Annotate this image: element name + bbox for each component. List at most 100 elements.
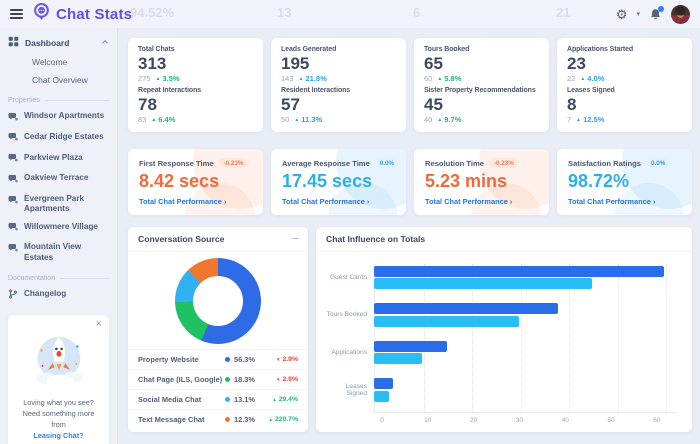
bar-series-2[interactable] [374,390,389,402]
kpi-value: 5.23 mins [425,171,508,191]
legend-row[interactable]: Property Website 56.3% ▼ 2.9% [128,349,308,369]
sidebar-item-changelog[interactable]: Changelog [8,289,109,303]
legend-row[interactable]: Chat Page (ILS, Google) 18.3% ▼ 2.9% [128,369,308,389]
bar-series-1[interactable] [374,303,558,314]
settings-caret-icon[interactable]: ▾ [636,10,640,18]
stat-title: Total Chats [138,46,175,53]
user-avatar[interactable] [671,4,690,24]
legend-color-dot [225,377,230,382]
chevron-right-icon: › [223,197,227,206]
trend-percent: 2.9% [282,356,299,363]
stat-title: Applications Started [567,46,634,53]
sidebar: Dashboard Welcome Chat Overview Properti… [0,28,118,444]
sidebar-item-property[interactable]: Willowmere Village [8,222,109,236]
minimize-icon[interactable]: – [292,234,298,244]
total-chat-performance-link[interactable]: Total Chat Performance › [425,197,538,206]
stat-value: 78 [138,95,157,114]
stat-card: Total Chats 313 275 ▲ 3.5% Repeat Intera… [128,38,263,132]
stat-trend: ▲ 21.8% [299,74,327,83]
close-icon[interactable]: × [96,318,102,330]
total-chat-performance-link[interactable]: Total Chat Performance › [282,197,395,206]
legend-label: Chat Page (ILS, Google) [138,375,223,384]
sidebar-item-chat-overview[interactable]: Chat Overview [8,75,109,85]
brand[interactable]: Chat Stats [32,2,132,26]
notification-dot [658,5,664,12]
donut-chart[interactable] [175,258,261,344]
trend-arrow-icon: ▲ [155,75,161,82]
bar-series-2[interactable] [374,315,520,327]
stat-card: Tours Booked 65 60 ▲ 5.8% Sister Propert… [414,38,549,132]
stat-title: Repeat Interactions [138,87,202,94]
sidebar-item-dashboard[interactable]: Dashboard [8,36,109,49]
chat-bubble-icon [8,153,18,166]
trend-percent: 3.5% [162,74,180,83]
settings-gear-icon[interactable]: ⚙ [616,8,628,21]
stat-card: Applications Started 23 22 ▲ 4.0% Leases… [557,38,692,132]
donut-legend: Property Website 56.3% ▼ 2.9% Chat Page … [128,349,308,429]
trend-percent: 5.8% [444,74,462,83]
stat-previous-value: 7 [567,115,572,124]
trend-arrow-icon: ▲ [576,116,582,123]
stat-block: Sister Property Recommendations 45 40 ▲ … [424,87,539,124]
sidebar-item-property[interactable]: Cedar Ridge Estates [8,132,109,146]
bar-series-1[interactable] [374,378,394,389]
bar-category-label: Applications [331,348,367,356]
sidebar-item-property[interactable]: Mountain View Estates [8,242,109,263]
chevron-up-icon [101,38,109,48]
stat-trend: ▲ 6.4% [151,115,175,124]
brand-name: Chat Stats [56,5,133,23]
trend-arrow-icon: ▲ [580,75,586,82]
stat-card: Leads Generated 195 143 ▲ 21.8% Resident… [271,38,406,132]
kpi-change-badge: -0.23% [218,158,249,168]
bar-series-1[interactable] [374,265,665,277]
hamburger-menu-icon[interactable] [10,7,23,21]
sidebar-item-label: Oakview Terrace [24,173,89,183]
legend-percent: 12.3% [234,415,255,424]
trend-arrow-icon: ▲ [151,116,157,123]
chat-stats-logo-icon [32,2,51,26]
ghost-value: 94.52% [130,5,175,20]
bar-chart[interactable]: Guest Cards Tours Booked Applications Le… [316,252,692,427]
bar-group: Guest Cards [324,264,682,291]
stat-block: Leases Signed 8 7 ▲ 12.5% [567,87,682,124]
sidebar-item-welcome[interactable]: Welcome [8,57,109,67]
bar-category-label: Leases Signed [345,382,367,397]
sidebar-item-property[interactable]: Windsor Apartments [8,111,109,125]
trend-arrow-icon: ▲ [272,397,277,402]
sidebar-item-property[interactable]: Oakview Terrace [8,173,109,187]
stat-block: Tours Booked 65 60 ▲ 5.8% [424,46,539,83]
bar-series-1[interactable] [374,340,447,352]
leasing-chat-link[interactable]: Leasing Chat? [33,431,83,440]
bar-category-label: Guest Cards [329,273,367,281]
legend-row[interactable]: Text Message Chat 12.3% ▲ 220.7% [128,409,308,429]
panel-title: Chat Influence on Totals [326,234,426,244]
bar-series-2[interactable] [374,278,592,289]
sidebar-item-property[interactable]: Parkview Plaza [8,153,109,167]
sidebar-item-label: Cedar Ridge Estates [24,131,104,141]
legend-label: Social Media Chat [138,395,202,404]
stat-value: 195 [281,54,310,73]
sidebar-section-documentation: Documentation [8,275,109,282]
stat-value: 313 [138,54,167,73]
stat-trend: ▲ 11.3% [294,115,322,124]
rocket-illustration [28,331,90,393]
bar-series-2[interactable] [374,353,423,364]
conversation-source-panel: Conversation Source – Property Website 5… [128,227,308,432]
notifications-bell-icon[interactable] [649,5,664,21]
kpi-value: 8.42 secs [139,171,220,191]
sidebar-item-property[interactable]: Evergreen Park Apartments [8,194,109,215]
total-chat-performance-link[interactable]: Total Chat Performance › [139,197,252,206]
legend-color-dot [225,357,230,362]
bar-chart-x-axis: 0 10 20 30 40 50 60 [380,417,661,424]
trend-arrow-icon: ▲ [437,75,443,82]
legend-row[interactable]: Social Media Chat 13.1% ▲ 29.4% [128,389,308,409]
trend-percent: 12.5% [583,115,605,124]
stat-previous-value: 40 [424,115,433,124]
stat-value: 65 [424,54,443,73]
top-header: 94.52% 13 6 21 Chat Stats ⚙ ▾ [0,0,700,28]
sidebar-item-label: Changelog [24,288,67,298]
promo-line1: Loving what you see? [23,397,94,407]
bar-group: Applications [324,339,682,366]
total-chat-performance-link[interactable]: Total Chat Performance › [568,197,681,206]
kpi-value: 98.72% [568,171,630,191]
